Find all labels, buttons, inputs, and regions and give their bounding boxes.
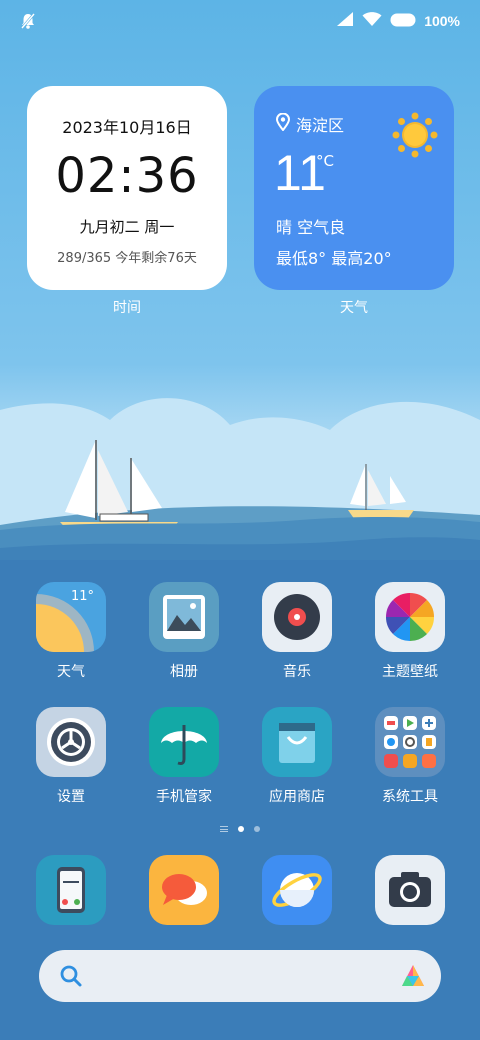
bell-off-icon — [20, 12, 36, 34]
weather-condition: 晴 空气良 — [276, 218, 346, 237]
app-weather[interactable]: 11° 天气 — [15, 582, 127, 681]
security-icon — [149, 707, 219, 777]
search-bar[interactable] — [39, 950, 441, 1002]
app-label: 音乐 — [283, 664, 311, 680]
app-tools-folder[interactable]: 系统工具 — [354, 707, 466, 806]
battery-icon — [390, 12, 416, 31]
app-label: 系统工具 — [382, 789, 438, 805]
clock-date: 2023年10月16日 — [62, 118, 192, 137]
app-label: 主题壁纸 — [382, 664, 438, 680]
weather-widget[interactable]: 海淀区 11 °C 晴 空气良 最低8° 最高20° — [254, 86, 454, 290]
app-security[interactable]: 手机管家 — [128, 707, 240, 806]
page-list-indicator[interactable] — [220, 826, 228, 832]
app-music[interactable]: 音乐 — [241, 582, 353, 681]
app-settings[interactable]: 设置 — [15, 707, 127, 806]
temperature-range: 最低8° 最高20° — [276, 249, 392, 268]
app-label: 相册 — [170, 664, 198, 680]
location: 海淀区 — [275, 112, 345, 136]
settings-icon — [36, 707, 106, 777]
lunar-date: 九月初二 周一 — [79, 218, 175, 236]
year-progress: 289/365 今年剩余76天 — [57, 251, 197, 266]
weather-app-temp: 11° — [70, 589, 94, 604]
app-gallery[interactable]: 相册 — [128, 582, 240, 681]
messages-icon — [149, 855, 219, 925]
music-icon — [262, 582, 332, 652]
assistant-icon[interactable] — [399, 962, 427, 994]
clock-time: 02:36 — [55, 148, 199, 204]
search-icon[interactable] — [59, 964, 83, 992]
page-indicator[interactable] — [0, 826, 480, 832]
camera-icon — [375, 855, 445, 925]
clock-widget-label: 时间 — [113, 300, 141, 316]
temperature-unit: °C — [316, 152, 334, 170]
status-bar: 100% — [0, 0, 480, 42]
app-store-icon — [262, 707, 332, 777]
app-label: 应用商店 — [269, 789, 325, 805]
app-themes[interactable]: 主题壁纸 — [354, 582, 466, 681]
signal-icon — [336, 11, 354, 31]
wallpaper-scenery — [0, 398, 480, 580]
tools-folder-icon — [375, 707, 445, 777]
gallery-icon — [149, 582, 219, 652]
themes-icon — [375, 582, 445, 652]
dock-browser[interactable] — [241, 855, 353, 925]
page-dot[interactable] — [254, 826, 260, 832]
clock-widget[interactable]: 2023年10月16日 02:36 九月初二 周一 289/365 今年剩余76… — [27, 86, 227, 290]
dock-messages[interactable] — [128, 855, 240, 925]
wifi-icon — [362, 11, 382, 31]
dock-phone[interactable] — [15, 855, 127, 925]
weather-widget-label: 天气 — [340, 300, 368, 316]
app-store[interactable]: 应用商店 — [241, 707, 353, 806]
location-name: 海淀区 — [296, 116, 345, 135]
phone-icon — [36, 855, 106, 925]
sun-icon — [392, 112, 438, 162]
weather-app-icon: 11° — [36, 582, 106, 652]
browser-icon — [262, 855, 332, 925]
page-dot-active[interactable] — [238, 826, 244, 832]
location-pin-icon — [275, 112, 291, 135]
app-label: 天气 — [57, 664, 85, 680]
app-label: 手机管家 — [156, 789, 212, 805]
app-label: 设置 — [57, 789, 85, 805]
battery-percentage: 100% — [424, 13, 460, 29]
dock-camera[interactable] — [354, 855, 466, 925]
